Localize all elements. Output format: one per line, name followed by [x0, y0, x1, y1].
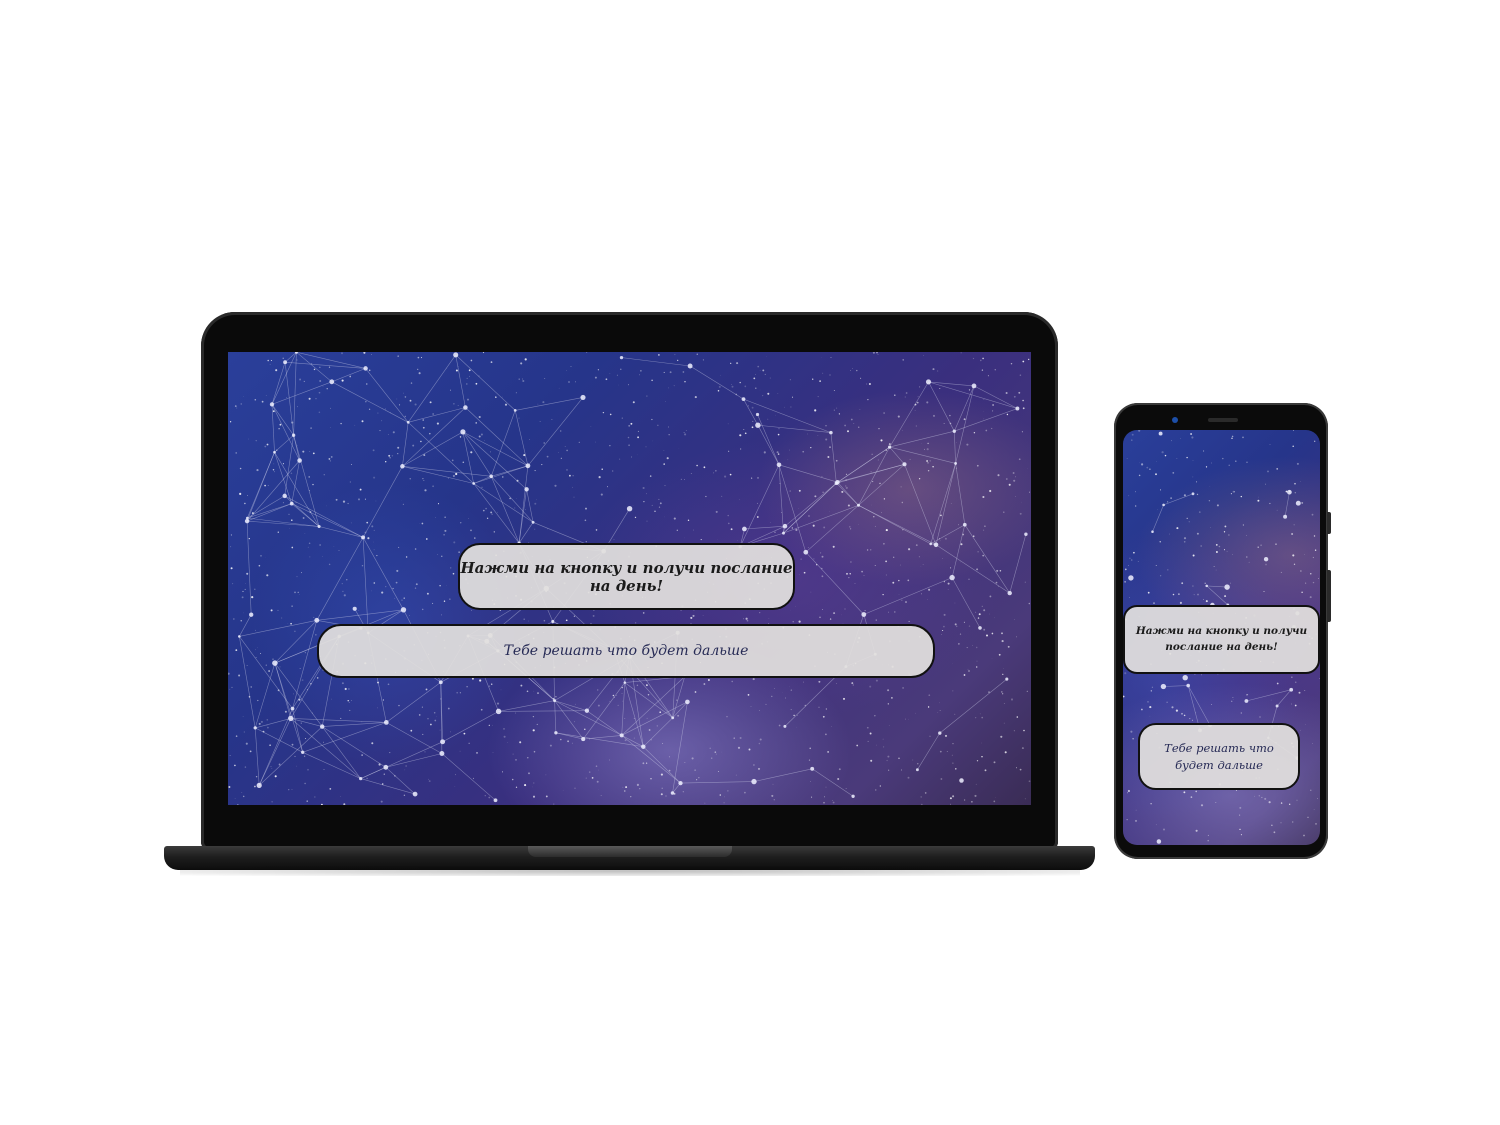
phone-volume-button: [1327, 570, 1331, 622]
laptop-hinge-notch: [528, 846, 732, 857]
get-message-button[interactable]: Нажми на кнопку и получи послание на ден…: [1123, 605, 1320, 674]
phone-screen: Нажми на кнопку и получи послание на ден…: [1123, 430, 1320, 845]
what-next-button[interactable]: Тебе решать что будет дальше: [1138, 723, 1300, 790]
devices-mockup: Нажми на кнопку и получи послание на ден…: [0, 0, 1500, 1125]
laptop-screen: Нажми на кнопку и получи послание на ден…: [228, 352, 1031, 805]
laptop-shadow: [180, 866, 1080, 876]
phone-speaker: [1208, 418, 1238, 422]
phone-side-button: [1327, 512, 1331, 534]
what-next-button[interactable]: Тебе решать что будет дальше: [317, 624, 935, 678]
phone-camera-icon: [1172, 417, 1178, 423]
get-message-button[interactable]: Нажми на кнопку и получи послание на ден…: [458, 543, 795, 610]
